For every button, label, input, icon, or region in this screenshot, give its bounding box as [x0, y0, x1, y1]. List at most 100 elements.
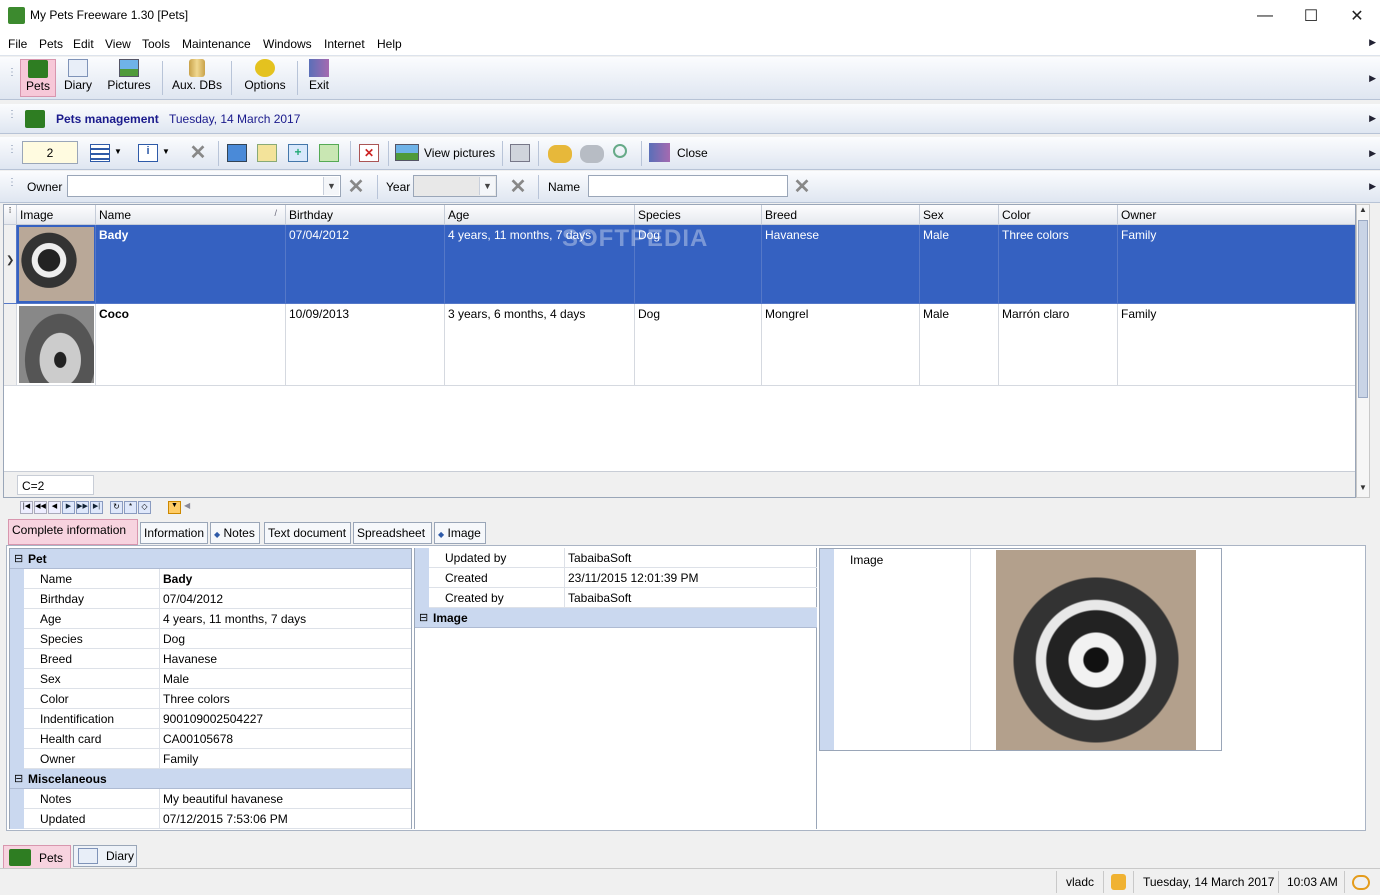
print-icon[interactable]: [510, 144, 530, 162]
property-row[interactable]: Breed Havanese: [10, 649, 411, 669]
chevron-down-icon[interactable]: ▼: [162, 147, 170, 156]
monitor-icon[interactable]: [227, 144, 247, 162]
column-header-name[interactable]: Name /: [96, 205, 286, 225]
record-count-field[interactable]: 2: [22, 141, 78, 164]
close-window-button[interactable]: ✕: [1334, 0, 1380, 32]
clear-year-icon[interactable]: ✕: [508, 177, 528, 197]
search-icon[interactable]: [613, 144, 627, 158]
first-record-icon[interactable]: |◀: [20, 501, 33, 514]
tab-notes[interactable]: ◆ Notes: [210, 522, 260, 544]
toolbar-pets-button[interactable]: Pets: [20, 59, 56, 97]
clear-icon[interactable]: ✕: [188, 143, 208, 163]
menu-internet[interactable]: Internet: [324, 37, 365, 51]
column-header-owner[interactable]: Owner: [1118, 205, 1355, 225]
property-row[interactable]: Birthday 07/04/2012: [10, 589, 411, 609]
menu-maintenance[interactable]: Maintenance: [182, 37, 251, 51]
column-header-color[interactable]: Color: [999, 205, 1118, 225]
toolbar-exit-button[interactable]: Exit: [303, 59, 335, 97]
column-header-birthday[interactable]: Birthday: [286, 205, 445, 225]
group-header-image[interactable]: ⊟ Image: [415, 608, 817, 628]
toolbar-overflow-icon[interactable]: ▶: [1369, 73, 1376, 84]
chevron-down-icon[interactable]: ▼: [479, 177, 495, 195]
tab-text-document[interactable]: Text document: [264, 522, 351, 544]
property-row[interactable]: Health card CA00105678: [10, 729, 411, 749]
bookmark-icon[interactable]: *: [124, 501, 137, 514]
tab-spreadsheet[interactable]: Spreadsheet: [353, 522, 432, 544]
ungroup-icon[interactable]: [580, 145, 604, 163]
scroll-up-icon[interactable]: ▲: [1357, 205, 1369, 219]
delete-record-icon[interactable]: ✕: [359, 144, 379, 162]
column-header-sex[interactable]: Sex: [920, 205, 999, 225]
add-record-icon[interactable]: +: [288, 144, 308, 162]
menu-view[interactable]: View: [105, 37, 131, 51]
toolbar-auxdbs-button[interactable]: Aux. DBs: [170, 59, 224, 97]
property-row[interactable]: Name Bady: [10, 569, 411, 589]
window-tab-diary[interactable]: Diary: [73, 845, 137, 867]
property-row[interactable]: Created by TabaibaSoft: [415, 588, 817, 608]
property-row[interactable]: Color Three colors: [10, 689, 411, 709]
property-row[interactable]: Notes My beautiful havanese: [10, 789, 411, 809]
next-page-icon[interactable]: ▶▶: [76, 501, 89, 514]
owner-combo[interactable]: ▼: [67, 175, 341, 197]
grid-layout-icon[interactable]: [90, 144, 110, 162]
tab-image[interactable]: ◆ Image: [434, 522, 486, 544]
property-row[interactable]: Updated by TabaibaSoft: [415, 548, 817, 568]
property-row[interactable]: Updated 07/12/2015 7:53:06 PM: [10, 809, 411, 829]
link-icon[interactable]: [1352, 875, 1370, 890]
collapse-icon[interactable]: ⊟: [419, 611, 428, 624]
clear-name-icon[interactable]: ✕: [792, 177, 812, 197]
menu-overflow-icon[interactable]: ▶: [1369, 37, 1376, 48]
column-header-image[interactable]: Image: [17, 205, 96, 225]
row-indicator-header[interactable]: ⁝: [4, 205, 17, 225]
property-row[interactable]: Indentification 900109002504227: [10, 709, 411, 729]
next-record-icon[interactable]: ▶: [62, 501, 75, 514]
toolbar-grip-icon[interactable]: ⋮: [7, 68, 17, 78]
scroll-thumb[interactable]: [1358, 220, 1368, 398]
scroll-down-icon[interactable]: ▼: [1357, 483, 1369, 497]
maximize-button[interactable]: ☐: [1288, 0, 1334, 32]
property-row[interactable]: Created 23/11/2015 12:01:39 PM: [415, 568, 817, 588]
property-row[interactable]: Owner Family: [10, 749, 411, 769]
group-header-miscelaneous[interactable]: ⊟ Miscelaneous: [10, 769, 411, 789]
toolbar-diary-button[interactable]: Diary: [60, 59, 96, 97]
info-icon[interactable]: i: [138, 144, 158, 162]
menu-help[interactable]: Help: [377, 37, 402, 51]
goto-bookmark-icon[interactable]: ◇: [138, 501, 151, 514]
collapse-icon[interactable]: ⊟: [14, 772, 23, 785]
group-header-pet[interactable]: ⊟ Pet: [10, 549, 411, 569]
chevron-down-icon[interactable]: ▼: [114, 147, 122, 156]
minimize-button[interactable]: —: [1242, 0, 1288, 32]
tab-complete-information[interactable]: Complete information: [8, 519, 138, 545]
menu-windows[interactable]: Windows: [263, 37, 312, 51]
tab-information[interactable]: Information: [140, 522, 208, 544]
menu-edit[interactable]: Edit: [73, 37, 94, 51]
column-header-age[interactable]: Age: [445, 205, 635, 225]
clear-owner-icon[interactable]: ✕: [346, 177, 366, 197]
edit-pencil-icon[interactable]: [257, 144, 277, 162]
prev-page-icon[interactable]: ◀◀: [34, 501, 47, 514]
collapse-icon[interactable]: ⊟: [14, 552, 23, 565]
last-record-icon[interactable]: ▶|: [90, 501, 103, 514]
lock-icon[interactable]: [1111, 874, 1126, 890]
menu-pets[interactable]: Pets: [39, 37, 63, 51]
column-header-species[interactable]: Species: [635, 205, 762, 225]
menu-tools[interactable]: Tools: [142, 37, 170, 51]
property-row[interactable]: Age 4 years, 11 months, 7 days: [10, 609, 411, 629]
property-row[interactable]: Sex Male: [10, 669, 411, 689]
name-input[interactable]: [588, 175, 788, 197]
column-header-breed[interactable]: Breed: [762, 205, 920, 225]
menu-file[interactable]: File: [8, 37, 27, 51]
year-combo[interactable]: ▼: [413, 175, 497, 197]
prev-record-icon[interactable]: ◀: [48, 501, 61, 514]
filter-icon[interactable]: ▼: [168, 501, 181, 514]
duplicate-icon[interactable]: [319, 144, 339, 162]
chevron-down-icon[interactable]: ▼: [323, 177, 339, 195]
property-row[interactable]: Species Dog: [10, 629, 411, 649]
toolbar-pictures-button[interactable]: Pictures: [102, 59, 156, 97]
grid-vertical-scrollbar[interactable]: ▲ ▼: [1356, 204, 1370, 498]
group-icon[interactable]: [548, 145, 572, 163]
refresh-icon[interactable]: ↻: [110, 501, 123, 514]
scroll-left-icon[interactable]: ◀: [184, 501, 194, 514]
toolbar-options-button[interactable]: Options: [240, 59, 290, 97]
window-tab-pets[interactable]: Pets: [3, 845, 71, 869]
